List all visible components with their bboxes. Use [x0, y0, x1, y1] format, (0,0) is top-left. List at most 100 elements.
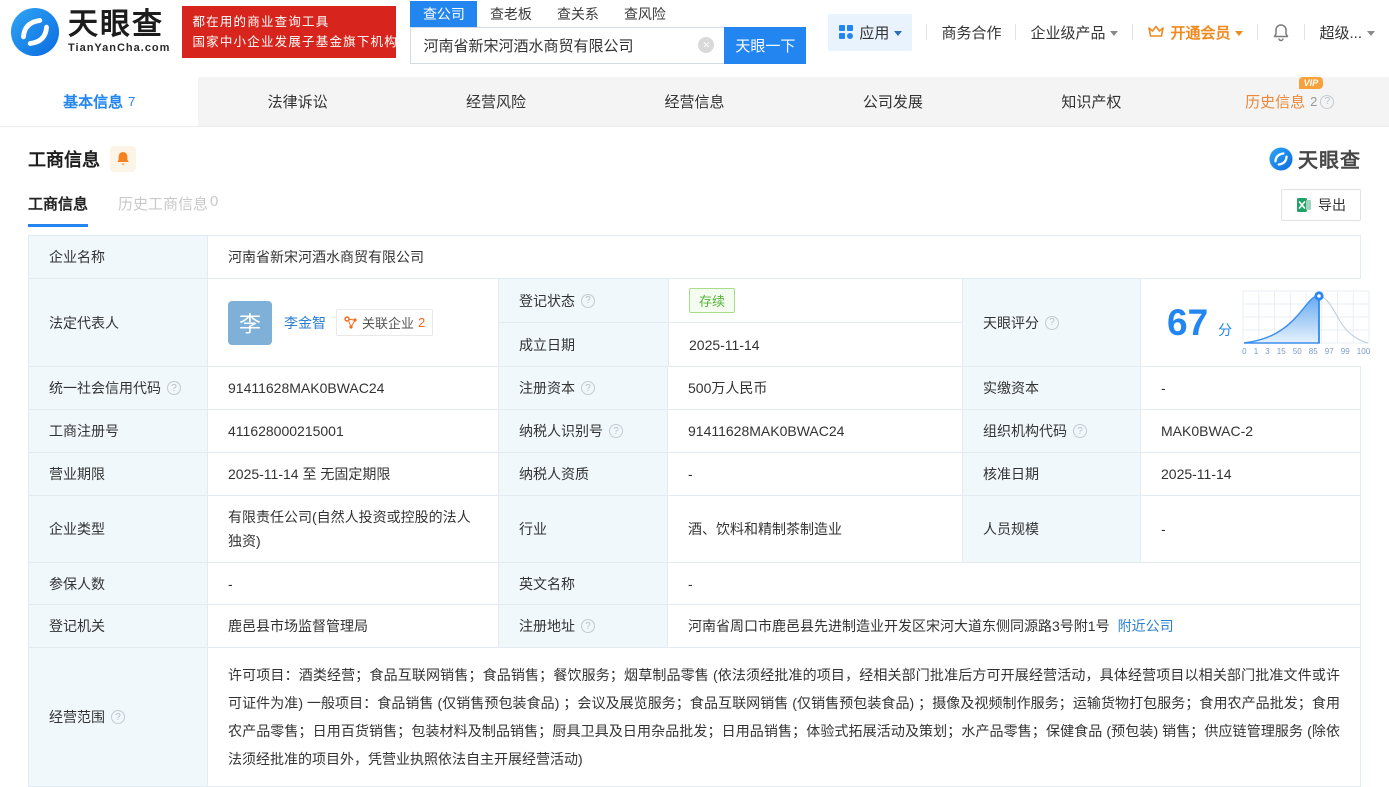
nav-divider	[1304, 24, 1306, 40]
scope-label: 经营范围	[29, 648, 207, 786]
legal-rep-value: 李 李金智 关联企业 2	[207, 279, 498, 366]
help-icon[interactable]	[1073, 424, 1087, 438]
tab-operating-risk[interactable]: 经营风险	[397, 77, 595, 126]
tianyancha-logo[interactable]: 天眼查 TianYanCha.com	[10, 7, 170, 57]
nav-vip[interactable]: 开通会员	[1147, 22, 1244, 43]
status-date-column: 登记状态 存续 成立日期 2025-11-14	[498, 279, 962, 366]
help-icon[interactable]	[581, 619, 595, 633]
help-icon[interactable]	[581, 293, 595, 308]
term-value: 2025-11-14 至 无固定期限	[207, 453, 498, 495]
business-info-table: 企业名称 河南省新宋河酒水商贸有限公司 法定代表人 李 李金智 关联企业 2 登…	[28, 235, 1385, 787]
insured-count-value: -	[207, 563, 498, 604]
chevron-down-icon	[894, 30, 903, 36]
export-label: 导出	[1318, 197, 1346, 213]
table-row: 企业类型 有限责任公司(自然人投资或控股的法人独资) 行业 酒、饮料和精制茶制造…	[29, 495, 1360, 562]
scope-value: 许可项目：酒类经营；食品互联网销售；食品销售；餐饮服务；烟草制品零售 (依法须经…	[207, 648, 1360, 786]
nav-notifications[interactable]	[1272, 23, 1290, 42]
related-companies-count: 2	[418, 315, 426, 330]
tab-legal[interactable]: 法律诉讼	[198, 77, 396, 126]
reg-status-value: 存续	[668, 279, 962, 322]
subtab-business-info[interactable]: 工商信息	[28, 193, 89, 227]
search-tab-boss[interactable]: 查老板	[477, 1, 544, 27]
table-row: 经营范围 许可项目：酒类经营；食品互联网销售；食品销售；餐饮服务；烟草制品零售 …	[29, 647, 1360, 786]
nav-apps[interactable]: 应用	[828, 13, 913, 51]
tab-company-development[interactable]: 公司发展	[794, 77, 992, 126]
nav-enterprise[interactable]: 企业级产品	[1030, 22, 1119, 43]
help-icon[interactable]	[609, 424, 623, 438]
score-axis-ticks: 01 3 15 50 85 97 99 100	[1242, 346, 1371, 356]
english-name-label: 英文名称	[498, 563, 667, 604]
establish-date-value: 2025-11-14	[668, 323, 962, 366]
help-icon[interactable]	[1045, 315, 1059, 330]
table-row: 法定代表人 李 李金智 关联企业 2 登记状态 ? 存续 成立日期 2025-1…	[29, 278, 1385, 366]
vip-badge: VIP	[1298, 77, 1324, 89]
establish-date-label: 成立日期	[499, 323, 668, 366]
company-name-value: 河南省新宋河酒水商贸有限公司	[207, 236, 1360, 278]
approval-date-value: 2025-11-14	[1140, 453, 1360, 495]
score-curve	[1242, 290, 1370, 344]
staff-size-label: 人员规模	[962, 496, 1140, 562]
export-button[interactable]: 导出	[1281, 189, 1361, 221]
table-row: 参保人数 - 英文名称 -	[29, 562, 1360, 604]
paid-capital-label: 实缴资本	[962, 367, 1140, 409]
related-companies-badge[interactable]: 关联企业 2	[336, 309, 434, 336]
search-tab-company[interactable]: 查公司	[410, 0, 478, 27]
subscribe-bell-button[interactable]	[110, 145, 136, 172]
nearby-companies-link[interactable]: 附近公司	[1118, 616, 1174, 636]
reg-status-label: 登记状态	[499, 279, 668, 322]
search-input-wrap	[410, 26, 725, 64]
tab-count: 2	[1310, 94, 1318, 109]
section-title: 工商信息	[28, 149, 100, 170]
tab-label: 法律诉讼	[267, 94, 328, 111]
company-type-value: 有限责任公司(自然人投资或控股的法人独资)	[207, 496, 498, 562]
industry-value: 酒、饮料和精制茶制造业	[667, 496, 962, 562]
score-value: 67 分 0 1 3 15 50 85 97 99 100	[1140, 279, 1385, 366]
bell-icon	[117, 151, 129, 165]
english-name-value: -	[667, 563, 1360, 604]
legal-rep-avatar[interactable]: 李	[228, 300, 272, 345]
nav-account[interactable]: 超级...	[1319, 22, 1375, 43]
tab-operating-info[interactable]: 经营信息	[595, 77, 793, 126]
credit-code-value: 91411628MAK0BWAC24	[207, 367, 498, 409]
search-tabs: 查公司 查老板 查关系 查风险	[410, 0, 806, 27]
help-icon[interactable]	[581, 381, 595, 395]
term-label: 营业期限	[29, 453, 207, 495]
nav-vip-label: 开通会员	[1170, 24, 1231, 42]
crown-icon	[1148, 25, 1165, 37]
taxpayer-quality-label: 纳税人资质	[498, 453, 667, 495]
tab-label: 知识产权	[1061, 94, 1122, 111]
tab-intellectual-property[interactable]: 知识产权	[992, 77, 1190, 126]
watermark-logo: 天眼查	[1269, 144, 1361, 173]
address-label: 注册地址	[498, 605, 667, 647]
subtab-history-business-info[interactable]: 历史工商信息 0	[118, 193, 218, 227]
help-icon[interactable]	[1320, 94, 1335, 109]
table-row: 企业名称 河南省新宋河酒水商贸有限公司	[29, 236, 1360, 278]
chevron-down-icon	[1235, 30, 1244, 36]
excel-icon	[1297, 198, 1311, 212]
tab-label: 基本信息	[63, 94, 124, 111]
promo-line1: 都在用的商业查询工具	[192, 15, 330, 29]
authority-value: 鹿邑县市场监督管理局	[207, 605, 498, 647]
apps-grid-icon	[839, 25, 854, 39]
tab-label: 历史信息 VIP	[1245, 77, 1324, 112]
bell-icon	[1274, 23, 1289, 41]
tab-history-info[interactable]: 历史信息 VIP 2	[1191, 77, 1389, 126]
search-tab-risk[interactable]: 查风险	[611, 1, 678, 27]
score-unit: 分	[1218, 321, 1233, 338]
industry-label: 行业	[498, 496, 667, 562]
legal-rep-name-link[interactable]: 李金智	[284, 313, 326, 333]
search-button[interactable]: 天眼一下	[724, 26, 807, 64]
nav-business[interactable]: 商务合作	[941, 22, 1001, 43]
brand-name: 天眼查	[68, 8, 164, 41]
tab-label: 经营信息	[664, 94, 725, 111]
clear-search-icon[interactable]	[698, 37, 715, 53]
org-code-value: MAK0BWAC-2	[1140, 410, 1360, 452]
help-icon[interactable]	[111, 710, 125, 724]
search-input[interactable]	[411, 27, 699, 63]
nav-divider	[926, 24, 928, 40]
tab-basic-info[interactable]: 基本信息 7	[0, 77, 199, 126]
search-tab-relation[interactable]: 查关系	[544, 1, 611, 27]
taxpayer-id-label: 纳税人识别号	[498, 410, 667, 452]
related-companies-label: 关联企业	[362, 316, 415, 331]
help-icon[interactable]	[167, 381, 181, 395]
